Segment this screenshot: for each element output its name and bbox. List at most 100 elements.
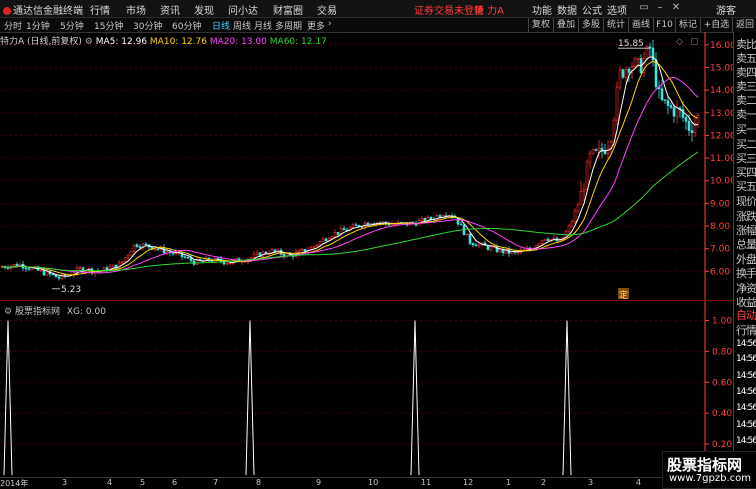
stock-name-top: 特 力A xyxy=(474,6,505,17)
x-tick-label: 3 xyxy=(588,478,594,487)
menu-hangqing[interactable]: 行情 xyxy=(90,2,110,17)
chevron-right-icon[interactable]: › xyxy=(328,19,332,29)
x-tick-label: 9 xyxy=(316,478,322,487)
candle-body xyxy=(468,233,472,244)
candle-body xyxy=(489,246,493,250)
tab-15min[interactable]: 15分钟 xyxy=(94,19,123,32)
candle-body xyxy=(354,224,358,226)
candle-body xyxy=(183,256,187,258)
candle-body xyxy=(390,223,394,226)
candle-body xyxy=(120,261,124,264)
menu-jiaoyi[interactable]: 交易 xyxy=(317,2,337,17)
menu-wenxiaoda[interactable]: 问小达 xyxy=(228,2,258,17)
tool-add-favorite[interactable]: +自选 xyxy=(700,18,732,32)
candle-body xyxy=(315,244,319,247)
menu-shichang[interactable]: 市场 xyxy=(126,2,146,17)
app-title: 通达信金融终端 xyxy=(3,2,83,17)
close-icon[interactable]: ✕ xyxy=(670,2,682,14)
tab-1min[interactable]: 1分钟 xyxy=(26,19,50,32)
high-price-label: 15.85 xyxy=(618,39,644,49)
corner-tag: 定 xyxy=(619,289,628,300)
tool-diejia[interactable]: 叠加 xyxy=(553,18,578,32)
candle-body xyxy=(366,222,370,225)
kline-chart[interactable]: 16.00 15.00 14.00 13.00 12.00 11.00 10.00 9.00 8… xyxy=(0,32,733,300)
candle-body xyxy=(240,261,244,263)
candle-body xyxy=(228,262,232,265)
menu-caifuquan[interactable]: 财富圈 xyxy=(273,2,303,17)
candle-body xyxy=(129,251,133,256)
tab-weekly[interactable]: 周线 xyxy=(233,19,251,32)
y-tick-label: 13.00 xyxy=(710,109,733,119)
tool-tongji[interactable]: 统计 xyxy=(603,18,628,32)
x-tick-label: 1 xyxy=(506,478,512,487)
tab-more[interactable]: 更多 xyxy=(307,19,325,32)
tool-fuquan[interactable]: 复权 xyxy=(528,18,553,32)
menu-faxian[interactable]: 发现 xyxy=(194,2,214,17)
menu-shuju[interactable]: 数据 xyxy=(557,2,577,17)
tab-5min[interactable]: 5分钟 xyxy=(60,19,84,32)
tab-fenshi[interactable]: 分时 xyxy=(4,19,22,32)
candle-body xyxy=(351,224,355,228)
candle-body xyxy=(111,264,115,268)
x-tick-label: 5 xyxy=(140,478,146,487)
candle-body xyxy=(144,243,148,246)
tool-f10[interactable]: F10 xyxy=(653,18,675,32)
candle-body xyxy=(471,243,475,246)
tab-30min[interactable]: 30分钟 xyxy=(133,19,162,32)
tab-daily[interactable]: 日线 xyxy=(212,19,230,32)
indicator-chart[interactable]: 1.00 0.80 0.60 0.40 0.20 xyxy=(0,301,733,477)
candle-body xyxy=(420,218,424,221)
candle-body xyxy=(627,68,631,73)
y-tick-label: 1.00 xyxy=(712,316,732,326)
quote-side-panel: 卖比 卖五 卖四 卖三 卖二 卖一 买一 买二 买三 买四 买五 现价 涨跌 涨幅 总量 外盘 换手 净资 收益 自动… xyxy=(733,32,756,487)
candle-body xyxy=(12,264,16,267)
candle-body xyxy=(540,240,544,245)
watermark-title: 股票指标网 xyxy=(667,456,743,474)
y-tick-label: 8.00 xyxy=(710,222,730,232)
guest-label[interactable]: 游客 xyxy=(716,2,736,17)
tool-duogu[interactable]: 多股 xyxy=(578,18,603,32)
candle-body xyxy=(594,149,598,151)
tab-monthly[interactable]: 月线 xyxy=(254,19,272,32)
candle-body xyxy=(477,243,481,247)
x-tick-label: 4 xyxy=(636,478,642,487)
candle-body xyxy=(537,243,541,246)
y-tick-label: 0.40 xyxy=(712,409,732,419)
tool-huaxian[interactable]: 画线 xyxy=(628,18,653,32)
tool-back[interactable]: 返回 xyxy=(732,18,756,32)
y-tick-label: 0.80 xyxy=(712,347,732,357)
menu-xuanxiang[interactable]: 选项 xyxy=(607,2,627,17)
y-tick-label: 9.00 xyxy=(710,199,730,209)
quote-panel-item: 行情 xyxy=(736,324,756,337)
x-tick-label: 3 xyxy=(62,478,68,487)
candle-body xyxy=(573,210,577,222)
tab-60min[interactable]: 60分钟 xyxy=(172,19,201,32)
candle-body xyxy=(633,58,637,67)
window-icon[interactable]: ▭ xyxy=(638,2,650,14)
quote-panel-item: 14:56 xyxy=(736,436,756,446)
tab-multi-period[interactable]: 多周期 xyxy=(275,19,302,32)
quote-panel-item: 买五 xyxy=(736,180,756,193)
gear-icon[interactable]: ⚙ xyxy=(4,307,12,317)
y-tick-label: 14.00 xyxy=(710,86,733,96)
watermark-url: www.7gpzb.com xyxy=(669,473,751,484)
quote-panel-item: 14:56 xyxy=(736,354,756,364)
candle-body xyxy=(153,248,157,251)
menu-gongshi[interactable]: 公式 xyxy=(582,2,602,17)
minimize-icon[interactable]: – xyxy=(654,2,666,14)
candle-body xyxy=(675,107,679,117)
x-tick-label: 12 xyxy=(463,478,474,487)
candle-body xyxy=(543,238,547,241)
y-tick-label: 7.00 xyxy=(710,245,730,255)
candle-body xyxy=(135,244,139,247)
candle-body xyxy=(312,245,316,248)
candle-body xyxy=(696,114,700,124)
tool-biaoji[interactable]: 标记 xyxy=(675,18,700,32)
candle-body xyxy=(615,86,619,121)
candle-body xyxy=(690,130,694,133)
quote-panel-item[interactable]: 自动 xyxy=(736,307,756,323)
menu-gongneng[interactable]: 功能 xyxy=(532,2,552,17)
low-price-label: 5.23 xyxy=(61,285,81,295)
candle-body xyxy=(252,253,256,258)
menu-zixun[interactable]: 资讯 xyxy=(160,2,180,17)
